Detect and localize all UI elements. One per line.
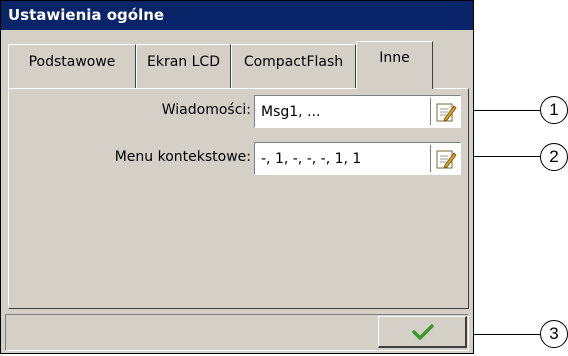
settings-dialog: Ustawienia ogólne Podstawowe Ekran LCD C… [0, 0, 474, 354]
callout-line [474, 110, 542, 111]
edit-icon[interactable] [435, 101, 457, 123]
edit-icon[interactable] [435, 148, 457, 170]
ok-button[interactable] [378, 316, 467, 348]
callout-1: 1 [540, 96, 568, 124]
messages-value: Msg1, ... [261, 104, 321, 120]
context-menu-label: Menu kontekstowe: [114, 149, 251, 165]
callout-3: 3 [540, 320, 568, 348]
tab-label: Podstawowe [28, 54, 116, 70]
tab-label: Ekran LCD [147, 54, 220, 70]
tab-compactflash[interactable]: CompactFlash [231, 44, 356, 88]
callout-2: 2 [540, 143, 568, 171]
tab-ekran-lcd[interactable]: Ekran LCD [136, 44, 231, 88]
tab-panel-inne: Wiadomości: Msg1, ... Menu kontekstowe: … [8, 88, 469, 309]
field-separator [430, 98, 431, 125]
field-separator [430, 145, 431, 172]
tab-label: Inne [379, 50, 410, 66]
callout-line [474, 156, 542, 157]
tab-podstawowe[interactable]: Podstawowe [8, 44, 136, 88]
tab-inne[interactable]: Inne [356, 41, 433, 89]
messages-label: Wiadomości: [161, 102, 251, 118]
window-title: Ustawienia ogólne [1, 1, 473, 30]
tab-label: CompactFlash [243, 54, 344, 70]
messages-field[interactable]: Msg1, ... [254, 95, 461, 128]
callout-line [474, 334, 542, 335]
checkmark-icon [412, 324, 434, 340]
context-menu-field[interactable]: -, 1, -, -, -, 1, 1 [254, 142, 461, 175]
context-menu-value: -, 1, -, -, -, 1, 1 [261, 151, 362, 167]
